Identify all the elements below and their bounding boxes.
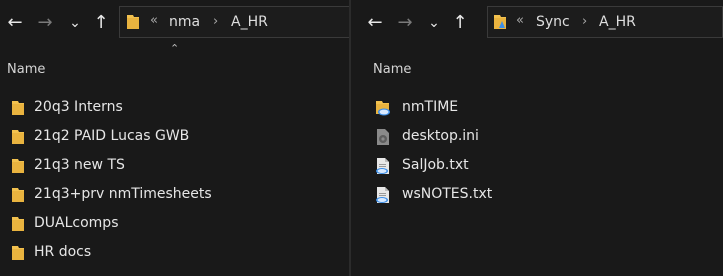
breadcrumb-overflow[interactable]: « (516, 13, 524, 28)
list-item[interactable]: nmTIME (351, 94, 723, 123)
item-label: 21q2 PAID Lucas GWB (34, 128, 190, 144)
up-button[interactable]: ↑ (447, 9, 473, 37)
item-label: desktop.ini (402, 128, 479, 144)
folder-icon (11, 215, 29, 233)
right-toolbar: ← → ⌄ ↑ « Sync › A_HR (351, 6, 723, 40)
up-button[interactable]: ↑ (88, 9, 114, 37)
breadcrumb-overflow[interactable]: « (150, 13, 158, 28)
cloud-folder-icon (374, 99, 392, 117)
folder-icon (11, 128, 29, 146)
folder-icon (11, 186, 29, 204)
address-bar[interactable]: « Sync › A_HR (487, 6, 723, 38)
dual-explorer-screen: ← → ⌄ ↑ « nma › A_HR ⌃ Name 20q3 Interns… (0, 0, 723, 276)
item-label: nmTIME (402, 99, 459, 115)
breadcrumb-item[interactable]: nma (169, 14, 200, 30)
recent-locations-button[interactable]: ⌄ (421, 9, 447, 37)
back-button[interactable]: ← (362, 9, 388, 37)
breadcrumb-item[interactable]: A_HR (599, 14, 636, 30)
recent-locations-button[interactable]: ⌄ (62, 9, 88, 37)
item-label: DUALcomps (34, 215, 119, 231)
item-label: HR docs (34, 244, 92, 260)
address-bar[interactable]: « nma › A_HR (119, 6, 349, 38)
item-label: 21q3 new TS (34, 157, 125, 173)
settings-file-icon (374, 128, 392, 146)
back-button[interactable]: ← (2, 9, 28, 37)
breadcrumb-item[interactable]: A_HR (231, 14, 268, 30)
list-item[interactable]: 21q3+prv nmTimesheets (0, 181, 349, 210)
list-item[interactable]: wsNOTES.txt (351, 181, 723, 210)
folder-icon (11, 157, 29, 175)
breadcrumb-item[interactable]: Sync (536, 14, 570, 30)
name-column-header[interactable]: Name (7, 62, 45, 77)
list-item[interactable]: desktop.ini (351, 123, 723, 152)
list-item[interactable]: HR docs (0, 239, 349, 268)
left-explorer-window: ← → ⌄ ↑ « nma › A_HR ⌃ Name 20q3 Interns… (0, 0, 349, 276)
list-item[interactable]: 21q2 PAID Lucas GWB (0, 123, 349, 152)
breadcrumb-separator-icon[interactable]: › (213, 14, 218, 29)
list-item[interactable]: SalJob.txt (351, 152, 723, 181)
forward-button[interactable]: → (32, 9, 58, 37)
right-explorer-window: ← → ⌄ ↑ « Sync › A_HR Name nmTIME deskto… (351, 0, 723, 276)
name-column-header[interactable]: Name (373, 62, 411, 77)
text-file-icon (374, 186, 392, 204)
forward-button[interactable]: → (392, 9, 418, 37)
left-toolbar: ← → ⌄ ↑ « nma › A_HR (0, 6, 349, 40)
list-item[interactable]: DUALcomps (0, 210, 349, 239)
folder-icon (11, 99, 29, 117)
item-label: 20q3 Interns (34, 99, 123, 115)
folder-icon (11, 244, 29, 262)
list-item[interactable]: 21q3 new TS (0, 152, 349, 181)
item-label: 21q3+prv nmTimesheets (34, 186, 212, 202)
breadcrumb-separator-icon[interactable]: › (582, 14, 587, 29)
item-label: SalJob.txt (402, 157, 469, 173)
right-file-list: nmTIME desktop.ini SalJob.txt wsNOTES.tx… (351, 94, 723, 210)
list-item[interactable]: 20q3 Interns (0, 94, 349, 123)
sort-ascending-icon: ⌃ (170, 42, 180, 55)
folder-icon (126, 13, 140, 35)
text-file-icon (374, 157, 392, 175)
left-file-list: 20q3 Interns 21q2 PAID Lucas GWB 21q3 ne… (0, 94, 349, 268)
item-label: wsNOTES.txt (402, 186, 493, 202)
sync-folder-icon (493, 13, 509, 35)
